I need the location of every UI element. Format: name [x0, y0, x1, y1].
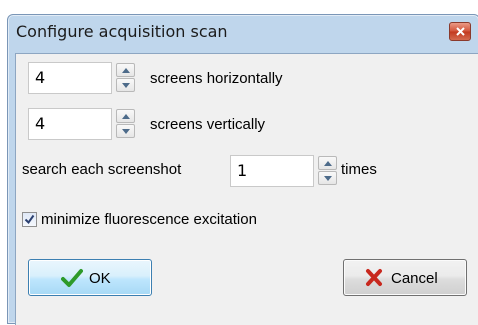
ok-button[interactable]: OK: [28, 259, 152, 296]
search-count-input[interactable]: 1: [230, 155, 314, 187]
search-times-label: times: [341, 161, 377, 178]
cancel-button-label: Cancel: [391, 270, 438, 287]
horizontal-screens-label: screens horizontally: [150, 70, 283, 87]
cancel-button[interactable]: Cancel: [343, 259, 467, 296]
search-count-label: search each screenshot: [22, 161, 182, 178]
vertical-screens-spinner[interactable]: [116, 109, 135, 139]
vertical-screens-label: screens vertically: [150, 116, 266, 133]
horizontal-screens-input[interactable]: 4: [28, 62, 112, 94]
minimize-excitation-checkbox[interactable]: [22, 212, 37, 227]
horizontal-screens-spinner[interactable]: [116, 63, 135, 93]
vertical-down-button[interactable]: [116, 124, 135, 138]
horizontal-down-button[interactable]: [116, 78, 135, 92]
close-icon: [456, 27, 465, 36]
ok-button-label: OK: [89, 270, 111, 287]
green-check-icon: [61, 269, 83, 287]
arrow-up-icon: [122, 114, 130, 119]
search-count-spinner[interactable]: [318, 156, 337, 186]
checkmark-icon: [24, 214, 35, 225]
horizontal-up-button[interactable]: [116, 63, 135, 77]
arrow-down-icon: [122, 83, 130, 88]
vertical-up-button[interactable]: [116, 109, 135, 123]
close-button[interactable]: [449, 22, 471, 41]
red-x-icon: [366, 269, 382, 286]
vertical-screens-input[interactable]: 4: [28, 108, 112, 140]
arrow-down-icon: [324, 176, 332, 181]
arrow-up-icon: [324, 161, 332, 166]
minimize-excitation-label: minimize fluorescence excitation: [41, 211, 257, 228]
arrow-up-icon: [122, 68, 130, 73]
arrow-down-icon: [122, 129, 130, 134]
window-title: Configure acquisition scan: [16, 22, 228, 41]
search-down-button[interactable]: [318, 171, 337, 185]
search-up-button[interactable]: [318, 156, 337, 170]
